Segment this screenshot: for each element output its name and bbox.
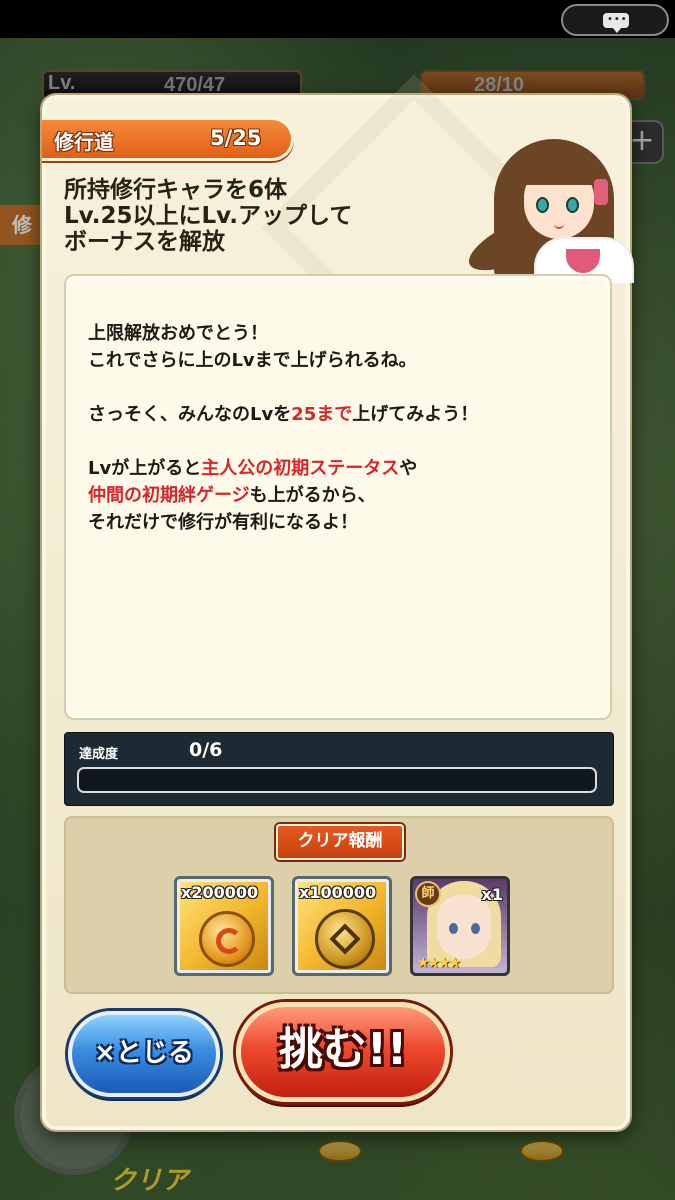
reward-quantity: x1 (481, 885, 503, 904)
top-status-bar: ••• (0, 0, 675, 38)
bg-stamina-value: 28/10 (474, 74, 525, 96)
highlight-text: 25まで (291, 404, 353, 425)
reward-item-gold[interactable]: x200000 (174, 876, 274, 976)
bg-coin-icon (520, 1140, 564, 1162)
reward-quantity: x100000 (299, 883, 377, 902)
message-line: これでさらに上のLvまで上げられるね。 (88, 350, 417, 371)
bg-level-label: Lv. (48, 72, 76, 94)
bg-left-tag: 修 (0, 205, 44, 245)
reward-header: クリア報酬 (276, 824, 404, 860)
message-line: それだけで修行が有利になるよ！ (88, 512, 358, 533)
challenge-button[interactable]: 挑む!! (236, 1002, 450, 1102)
character-face (437, 895, 491, 959)
message-line: 上限解放おめでとう！ (88, 323, 268, 344)
reward-panel: クリア報酬 x200000 x100000 師 x1 ★★★★ (64, 816, 614, 994)
bg-level-value: 470/47 (164, 74, 226, 96)
stage-progress: 5/25 (210, 126, 262, 150)
stage-name: 修行道 (54, 130, 114, 154)
achievement-progress: 達成度 0/6 (64, 732, 614, 806)
master-badge-icon: 師 (415, 881, 441, 907)
progress-bar (77, 767, 597, 793)
chat-button[interactable]: ••• (561, 4, 669, 36)
reward-item-medal[interactable]: x100000 (292, 876, 392, 976)
message-line: 仲間の初期絆ゲージも上がるから、 (88, 485, 376, 506)
mission-title-line: ボーナスを解放 (64, 229, 225, 255)
gold-coin-icon (199, 911, 255, 967)
message-box: 上限解放おめでとう！ これでさらに上のLvまで上げられるね。 さっそく、みんなの… (64, 274, 612, 720)
mission-dialog: 修行道 5/25 所持修行キャラを6体 Lv.25以上にLv.アップして ボーナ… (42, 95, 634, 1130)
message-text: 上限解放おめでとう！ これでさらに上のLvまで上げられるね。 さっそく、みんなの… (88, 320, 598, 536)
message-line: Lvが上がると主人公の初期ステータスや (88, 458, 418, 479)
mission-title: 所持修行キャラを6体 Lv.25以上にLv.アップして ボーナスを解放 (64, 177, 444, 255)
guide-character-portrait (454, 119, 644, 283)
reward-quantity: x200000 (181, 883, 259, 902)
progress-count: 0/6 (189, 739, 223, 761)
rarity-stars: ★★★★ (417, 955, 461, 971)
mission-title-line: 所持修行キャラを6体 (64, 177, 288, 203)
bg-coin-icon (318, 1140, 362, 1162)
stage-tag: 修行道 5/25 (42, 117, 294, 161)
chat-dots: ••• (607, 14, 628, 25)
highlight-text: 仲間の初期絆ゲージ (88, 485, 250, 506)
bg-clear-text: クリア (110, 1166, 189, 1196)
reward-item-character[interactable]: 師 x1 ★★★★ (410, 876, 510, 976)
medal-icon (315, 909, 375, 969)
message-line: さっそく、みんなのLvを25まで上げてみよう！ (88, 404, 479, 425)
highlight-text: 主人公の初期ステータス (201, 458, 400, 479)
mission-title-line: Lv.25以上にLv.アップして (64, 203, 353, 229)
close-button[interactable]: ×とじる (68, 1011, 220, 1097)
progress-label: 達成度 (79, 747, 119, 762)
